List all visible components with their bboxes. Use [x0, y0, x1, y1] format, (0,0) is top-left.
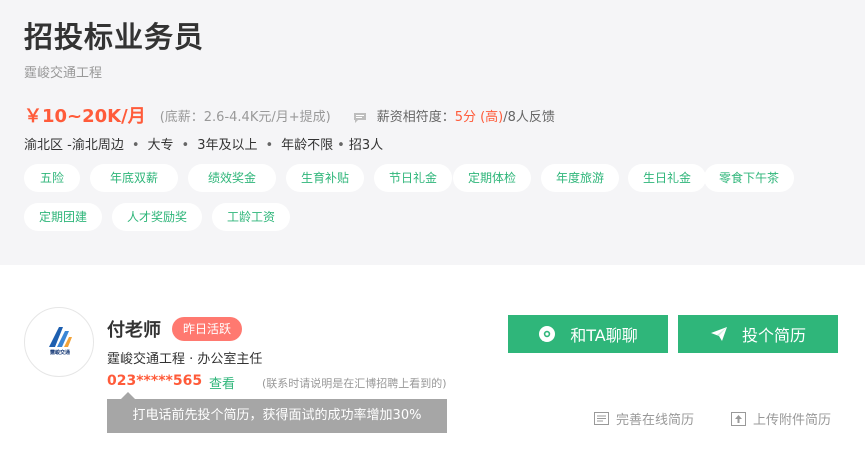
salary: ￥10~20K/月 — [24, 106, 146, 127]
headcount: 招3人 — [348, 138, 384, 153]
upload-icon — [731, 411, 746, 426]
benefit-tag: 生育补贴 — [286, 164, 364, 192]
resume-doc-icon — [594, 412, 609, 425]
apply-resume-button[interactable]: 投个简历 — [678, 315, 838, 353]
logo-mark-icon — [49, 327, 72, 347]
benefit-tag: 年底双薪 — [90, 164, 178, 192]
phone-number: 023*****565 — [107, 373, 203, 389]
complete-online-resume-label: 完善在线简历 — [616, 413, 695, 428]
recruiter-card: 霆峻交通 付老师 昨日活跃 霆峻交通工程 · 办公室主任 023*****565… — [0, 265, 865, 453]
chat-button-label: 和TA聊聊 — [570, 326, 638, 345]
job-header: 招投标业务员 霆峻交通工程 ￥10~20K/月 (底薪：2.6-4.4K元/月+… — [0, 0, 865, 265]
message-icon — [353, 109, 367, 123]
benefit-tag: 五险 — [24, 164, 80, 192]
district: 渝北区 -渝北周边 — [24, 138, 124, 153]
logo-text: 霆峻交通 — [49, 350, 70, 356]
chat-button[interactable]: 和TA聊聊 — [508, 315, 668, 353]
recruiter-title: 霆峻交通工程 · 办公室主任 — [107, 352, 263, 367]
experience: 3年及以上 — [197, 138, 258, 153]
age: 年龄不限 — [281, 138, 334, 153]
benefit-tag: 定期团建 — [24, 203, 102, 231]
job-title: 招投标业务员 — [24, 20, 205, 54]
upload-resume-link[interactable]: 上传附件简历 — [731, 409, 831, 428]
paper-plane-icon — [710, 326, 728, 342]
salary-row: ￥10~20K/月 (底薪：2.6-4.4K元/月+提成) 薪资相符度： 5分 … — [24, 102, 555, 128]
salary-detail: (底薪：2.6-4.4K元/月+提成) — [159, 109, 331, 125]
apply-button-label: 投个简历 — [741, 326, 806, 345]
benefit-tag: 绩效奖金 — [188, 164, 276, 192]
benefit-tag: 生日礼金 — [628, 164, 706, 192]
match-score: 5分 (高) — [454, 109, 504, 125]
separator: • — [265, 138, 274, 153]
benefit-tag: 年度旅游 — [541, 164, 619, 192]
chat-bubble-icon — [538, 325, 556, 343]
upload-resume-label: 上传附件简历 — [753, 413, 832, 428]
complete-online-resume-link[interactable]: 完善在线简历 — [594, 409, 694, 428]
benefit-tag: 人才奖励奖 — [112, 203, 202, 231]
company-logo[interactable]: 霆峻交通 — [24, 307, 94, 377]
benefit-tag: 工龄工资 — [212, 203, 290, 231]
feedback-count[interactable]: /8人反馈 — [503, 106, 555, 125]
benefit-tag: 节日礼金 — [374, 164, 452, 192]
separator: • — [131, 138, 140, 153]
separator: • — [181, 138, 190, 153]
apply-tip-tooltip: 打电话前先投个简历，获得面试的成功率增加30% — [107, 392, 447, 433]
requirements: 渝北区 -渝北周边 • 大专 • 3年及以上 • 年龄不限 • 招3人 — [24, 134, 383, 153]
company-name[interactable]: 霆峻交通工程 — [24, 62, 102, 81]
phone-note: (联系时请说明是在汇博招聘上看到的) — [262, 377, 447, 390]
recruiter-name: 付老师 — [107, 320, 161, 341]
separator: • — [337, 138, 345, 153]
benefit-tag: 定期体检 — [453, 164, 531, 192]
view-phone-link[interactable]: 查看 — [209, 373, 235, 392]
match-label: 薪资相符度： — [376, 109, 455, 125]
benefit-tag: 零食下午茶 — [704, 164, 794, 192]
active-badge: 昨日活跃 — [172, 317, 243, 341]
education: 大专 — [147, 138, 174, 153]
